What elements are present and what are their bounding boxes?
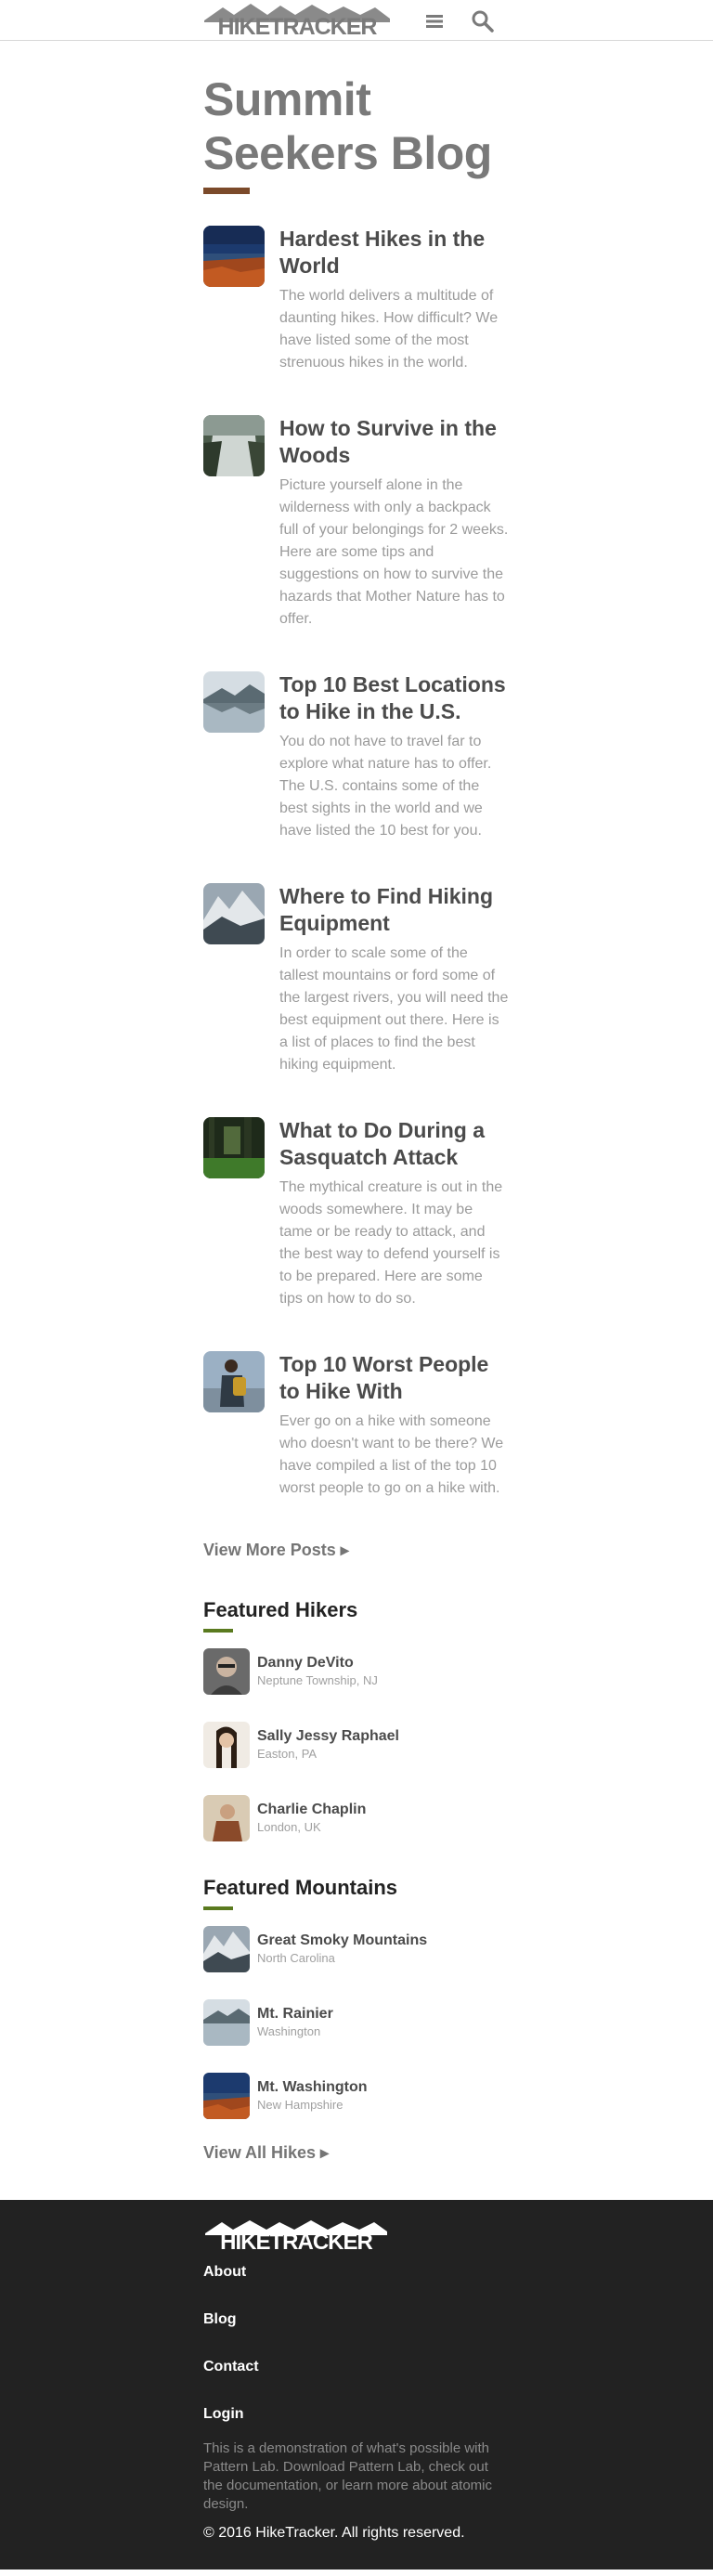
post-title[interactable]: Hardest Hikes in the World <box>279 226 510 280</box>
hiker-avatar <box>203 1648 250 1695</box>
mountain-card[interactable]: Mt. Washington New Hampshire <box>203 2072 510 2120</box>
main-content: Summit Seekers Blog Hardest Hikes in the… <box>203 41 510 2163</box>
mountain-location: Washington <box>257 2024 321 2038</box>
post-item: What to Do During a Sasquatch Attack The… <box>203 1117 510 1310</box>
hiker-avatar <box>203 1722 250 1768</box>
post-excerpt: The world delivers a multitude of daunti… <box>279 288 499 371</box>
post-title[interactable]: How to Survive in the Woods <box>279 415 510 469</box>
footer-link-blog[interactable]: Blog <box>203 2310 510 2329</box>
menu-icon[interactable] <box>422 9 447 33</box>
post-item: Top 10 Worst People to Hike With Ever go… <box>203 1351 510 1500</box>
search-icon[interactable] <box>471 9 495 33</box>
featured-mountains: Featured Mountains Great Smoky Mountains… <box>203 1875 510 2120</box>
post-title[interactable]: Where to Find Hiking Equipment <box>279 883 510 937</box>
logo-mountain-icon: HIKETRACKER <box>204 4 390 37</box>
section-underline <box>203 1629 233 1633</box>
section-underline <box>203 1906 233 1910</box>
footer-logo[interactable]: HIKETRACKER <box>203 2218 389 2255</box>
featured-mountains-title: Featured Mountains <box>203 1876 398 1899</box>
post-item: Where to Find Hiking Equipment In order … <box>203 883 510 1076</box>
post-title[interactable]: Top 10 Best Locations to Hike in the U.S… <box>279 671 510 725</box>
post-item: How to Survive in the Woods Picture your… <box>203 415 510 631</box>
hiker-location: London, UK <box>257 1820 321 1834</box>
post-item: Hardest Hikes in the World The world del… <box>203 226 510 374</box>
footer-logo-text: HIKETRACKER <box>220 2230 372 2252</box>
mountain-thumbnail <box>203 2073 250 2119</box>
mountain-name: Great Smoky Mountains <box>257 1932 428 1948</box>
mountain-thumbnail <box>203 1926 250 1972</box>
featured-hikers: Featured Hikers Danny DeVito Neptune Tow… <box>203 1597 510 1842</box>
hiker-avatar <box>203 1795 250 1841</box>
post-title[interactable]: Top 10 Worst People to Hike With <box>279 1351 510 1405</box>
footer-logo-mountain-icon: HIKETRACKER <box>205 2220 387 2255</box>
post-thumbnail[interactable] <box>203 226 265 287</box>
site-footer: HIKETRACKER About Blog Contact Login Thi… <box>0 2200 713 2569</box>
hiker-card[interactable]: Danny DeVito Neptune Township, NJ <box>203 1647 510 1696</box>
post-excerpt: The mythical creature is out in the wood… <box>279 1179 503 1307</box>
footer-link-about[interactable]: About <box>203 2263 510 2282</box>
post-excerpt: In order to scale some of the tallest mo… <box>279 945 509 1073</box>
site-logo[interactable]: HIKETRACKER <box>202 2 392 37</box>
post-thumbnail[interactable] <box>203 1351 265 1412</box>
hiker-card[interactable]: Sally Jessy Raphael Easton, PA <box>203 1721 510 1769</box>
post-title[interactable]: What to Do During a Sasquatch Attack <box>279 1117 510 1171</box>
copyright: © 2016 HikeTracker. All rights reserved. <box>203 2525 465 2541</box>
footer-description: This is a demonstration of what's possib… <box>203 2440 493 2512</box>
featured-hikers-title: Featured Hikers <box>203 1598 358 1621</box>
post-list: Hardest Hikes in the World The world del… <box>203 226 510 1500</box>
hiker-name: Sally Jessy Raphael <box>257 1728 399 1744</box>
hiker-location: Neptune Township, NJ <box>257 1673 378 1687</box>
post-thumbnail[interactable] <box>203 1117 265 1178</box>
view-more-posts-link[interactable]: View More Posts ▸ <box>203 1541 510 1560</box>
footer-link-contact[interactable]: Contact <box>203 2358 510 2376</box>
hiker-name: Charlie Chaplin <box>257 1802 367 1817</box>
site-header: HIKETRACKER <box>0 0 713 41</box>
page-title: Summit Seekers Blog <box>203 73 492 179</box>
post-item: Top 10 Best Locations to Hike in the U.S… <box>203 671 510 842</box>
mountain-location: New Hampshire <box>257 2098 344 2112</box>
hiker-name: Danny DeVito <box>257 1655 354 1671</box>
mountain-name: Mt. Rainier <box>257 2006 333 2022</box>
mountain-name: Mt. Washington <box>257 2079 368 2095</box>
post-thumbnail[interactable] <box>203 883 265 944</box>
hiker-location: Easton, PA <box>257 1747 318 1761</box>
view-all-hikes-link[interactable]: View All Hikes ▸ <box>203 2143 510 2163</box>
post-excerpt: Ever go on a hike with someone who doesn… <box>279 1413 504 1496</box>
mountain-thumbnail <box>203 1999 250 2046</box>
mountain-card[interactable]: Great Smoky Mountains North Carolina <box>203 1925 510 1973</box>
post-thumbnail[interactable] <box>203 415 265 476</box>
mountain-location: North Carolina <box>257 1951 335 1965</box>
post-excerpt: Picture yourself alone in the wilderness… <box>279 477 509 627</box>
title-underline <box>203 188 250 194</box>
post-thumbnail[interactable] <box>203 671 265 733</box>
hiker-card[interactable]: Charlie Chaplin London, UK <box>203 1794 510 1842</box>
footer-link-login[interactable]: Login <box>203 2405 510 2424</box>
mountain-card[interactable]: Mt. Rainier Washington <box>203 1998 510 2047</box>
post-excerpt: You do not have to travel far to explore… <box>279 734 492 839</box>
logo-text: HIKETRACKER <box>218 14 378 37</box>
